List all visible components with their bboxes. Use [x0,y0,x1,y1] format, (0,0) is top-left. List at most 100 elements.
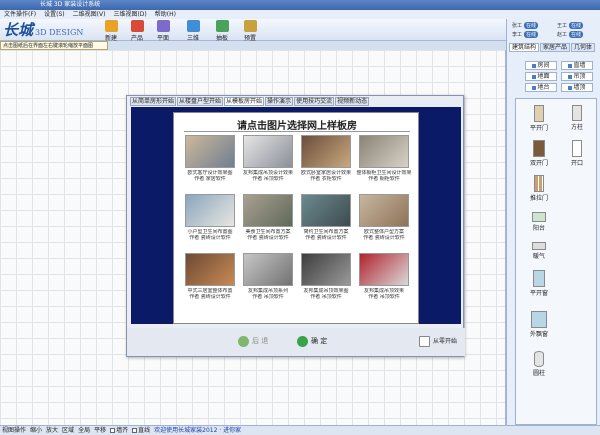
wall-top-icon [568,85,573,90]
platform-button[interactable]: 地台 [525,83,557,92]
checkbox-icon [110,428,116,433]
check-icon [297,335,308,347]
right-panel: 张工 在线 王工 在线 李工 在线 赵工 在线 建筑结构 家居产品 几何体 房间 直墙 … [506,19,600,425]
start-from-scratch-button[interactable]: 从零开始 [419,335,457,348]
template-thumbnail[interactable]: 友邦集成吊顶系列 作者 吊顶软件 [240,253,296,305]
palette-item-opening[interactable]: 开口 [564,140,590,167]
balcony-icon [532,212,546,222]
palette-item-square-column[interactable]: 方柱 [564,105,590,131]
room-button[interactable]: 房间 [525,61,557,70]
casement-window-icon [533,270,545,287]
room-icon [532,63,537,68]
ok-button[interactable]: 确 定 [297,335,327,348]
user-entry[interactable]: 张工 在线 [512,22,539,29]
menu-bar: 文件操作(F) 设置(S) 二维视图(V) 三维视图(D) 帮助(H) [0,10,600,19]
new-file-icon [104,20,118,32]
room-preview-image [185,253,235,286]
status-badge: 在线 [524,31,539,38]
tab-geometry[interactable]: 几何体 [571,43,596,52]
tab-floorplan[interactable]: 从楼盘户型开始 [177,97,224,106]
thumbnail-author: 作者 吊顶软件 [252,294,284,300]
room-preview-image [359,253,409,286]
checkbox-icon [132,428,138,433]
3d-view-button[interactable]: 三维 [180,20,206,42]
status-badge: 在线 [524,22,539,29]
thumbnail-author: 作者 吊顶软件 [252,176,284,182]
template-thumbnail[interactable]: 友邦集成吊顶效果图 作者 吊顶软件 [298,253,354,305]
plan-icon [156,20,170,32]
tab-demo[interactable]: 操作演示 [265,97,294,106]
template-thumbnail[interactable]: 中式三居室整体布置 作者 瓷砖设计软件 [182,253,238,305]
straight-line-checkbox[interactable]: 直线 [132,426,150,435]
app-title: 长城 3D 家装设计系统 [40,1,101,8]
menu-help[interactable]: 帮助(H) [155,10,176,19]
view-ops-label: 视图操作 [2,427,27,434]
template-thumbnail[interactable]: 整体橱柜卫生间设计效果 作者 橱柜软件 [356,135,412,187]
wall-align-checkbox[interactable]: 墙齐 [110,426,128,435]
title-bar: 长城 3D 家装设计系统 [0,0,600,10]
zoom-out-button[interactable]: 缩小 [30,426,42,435]
tab-building-structure[interactable]: 建筑结构 [509,43,540,52]
palette-item-single-door[interactable]: 平开门 [526,105,552,132]
thumbnail-author: 作者 吊顶软件 [368,294,400,300]
thumbnail-author: 作者 瓷砖设计软件 [189,235,231,241]
palette-item-casement-window[interactable]: 平开窗 [526,270,552,297]
palette-item-balcony[interactable]: 阳台 [526,212,552,232]
template-thumbnail[interactable]: 简约卫生间布置方案 作者 瓷砖设计软件 [298,194,354,246]
tab-tips[interactable]: 使用技巧交流 [294,97,335,106]
3d-house-icon [186,20,200,32]
zoom-in-button[interactable]: 放大 [46,426,58,435]
straight-wall-button[interactable]: 直墙 [561,61,593,70]
thumbnail-author: 作者 瓷砖设计软件 [305,235,347,241]
platform-icon [532,85,537,90]
template-thumbnail[interactable]: 友邦集成吊顶效果 作者 吊顶软件 [356,253,412,305]
palette-item-radiator[interactable]: 暖气 [526,242,552,260]
pan-button[interactable]: 平移 [94,426,106,435]
board-icon [215,20,229,32]
template-thumbnail[interactable]: 美食卫生间布置方案 作者 瓷砖设计软件 [240,194,296,246]
menu-3d-view[interactable]: 三维视图(D) [113,10,146,19]
tab-video-news[interactable]: 视频新动态 [335,97,370,106]
zoom-all-button[interactable]: 全局 [78,426,90,435]
ceiling-button[interactable]: 吊顶 [561,72,593,81]
template-thumbnail[interactable]: 欧式客厅设计效果图 作者 家居软件 [182,135,238,187]
status-message: 欢迎使用长城家装2012 · 进你家 [154,427,242,434]
room-preview-image [185,194,235,227]
tab-home-products[interactable]: 家居产品 [540,43,571,52]
user-entry[interactable]: 王工 在线 [557,22,584,29]
floor-button[interactable]: 地面 [525,72,557,81]
plan-view-button[interactable]: 平面 [150,20,176,42]
preset-button[interactable]: 预置 [237,20,263,42]
template-thumbnail[interactable]: 欧式整体户型方案 作者 瓷砖设计软件 [356,194,412,246]
floor-icon [532,74,537,79]
palette-item-sliding-door[interactable]: 推拉门 [526,175,552,202]
room-preview-image [359,135,409,168]
back-button[interactable]: 后 退 [238,335,268,348]
template-thumbnail[interactable]: 小户型卫生间布置图 作者 瓷砖设计软件 [182,194,238,246]
status-badge: 在线 [569,31,584,38]
sliding-door-icon [534,175,544,192]
board-button[interactable]: 抽板 [209,20,235,42]
palette-item-bay-window[interactable]: 外飘窗 [526,311,552,338]
start-dialog: 从简单房形开始 从楼盘户型开始 从模板房开始 操作演示 使用技巧交流 视频新动态… [126,95,465,357]
tab-template-room[interactable]: 从模板房开始 [224,97,265,106]
menu-settings[interactable]: 设置(S) [44,10,65,19]
palette-item-round-column[interactable]: 圆柱 [526,351,552,377]
menu-file[interactable]: 文件操作(F) [4,10,36,19]
template-thumbnail[interactable]: 友邦集成吊顶设计效果 作者 吊顶软件 [240,135,296,187]
user-entry[interactable]: 赵工 在线 [557,31,584,38]
product-button[interactable]: 产品 [124,20,150,42]
tab-simple-room[interactable]: 从简单房形开始 [130,97,177,106]
template-thumbnail[interactable]: 欧式卧室家居设计效果 作者 衣柜软件 [298,135,354,187]
new-button[interactable]: 新建 [98,20,124,42]
template-gallery: 请点击图片选择网上样板房 欧式客厅设计效果图 作者 家居软件 友邦集成吊顶设计效果作… [173,112,419,324]
menu-2d-view[interactable]: 二维视图(V) [73,10,106,19]
radiator-icon [532,242,546,250]
preset-icon [243,20,257,32]
palette-item-double-door[interactable]: 双开门 [526,140,552,167]
user-entry[interactable]: 李工 在线 [512,31,539,38]
status-badge: 在线 [569,22,584,29]
wall-top-button[interactable]: 墙顶 [561,83,593,92]
zoom-region-button[interactable]: 区域 [62,426,74,435]
bay-window-icon [531,311,547,328]
